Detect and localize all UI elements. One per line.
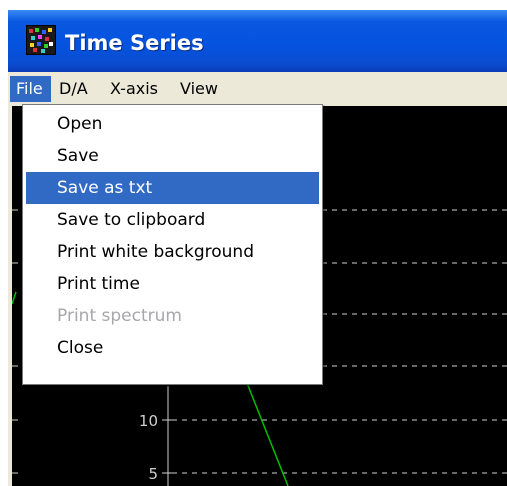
- menu-da[interactable]: D/A: [53, 76, 99, 102]
- menu-item-print-white-background[interactable]: Print white background: [26, 236, 319, 268]
- signal-trace-left: [12, 291, 17, 305]
- menu-item-save-to-clipboard[interactable]: Save to clipboard: [26, 204, 319, 236]
- menu-x-axis[interactable]: X-axis: [104, 76, 170, 102]
- window-title: Time Series: [65, 31, 204, 55]
- menu-view[interactable]: View: [174, 76, 228, 102]
- menu-item-save-as-txt[interactable]: Save as txt: [26, 172, 319, 204]
- y-tick-label: 10: [139, 412, 158, 430]
- signal-trace: [240, 367, 289, 486]
- menu-file[interactable]: File: [10, 76, 51, 102]
- app-icon[interactable]: [26, 25, 56, 55]
- menu-item-close[interactable]: Close: [26, 332, 319, 364]
- file-dropdown-menu: Open Save Save as txt Save to clipboard …: [22, 104, 323, 385]
- menu-bar: File D/A X-axis View: [8, 72, 507, 106]
- menu-item-save[interactable]: Save: [26, 140, 319, 172]
- menu-item-print-time[interactable]: Print time: [26, 268, 319, 300]
- menu-item-print-spectrum: Print spectrum: [57, 306, 182, 326]
- y-tick-label: 5: [148, 465, 158, 483]
- title-bar[interactable]: Time Series: [8, 10, 507, 72]
- menu-item-open[interactable]: Open: [26, 108, 319, 140]
- app-window: Time Series File D/A X-axis View 10 5 Op…: [8, 10, 507, 486]
